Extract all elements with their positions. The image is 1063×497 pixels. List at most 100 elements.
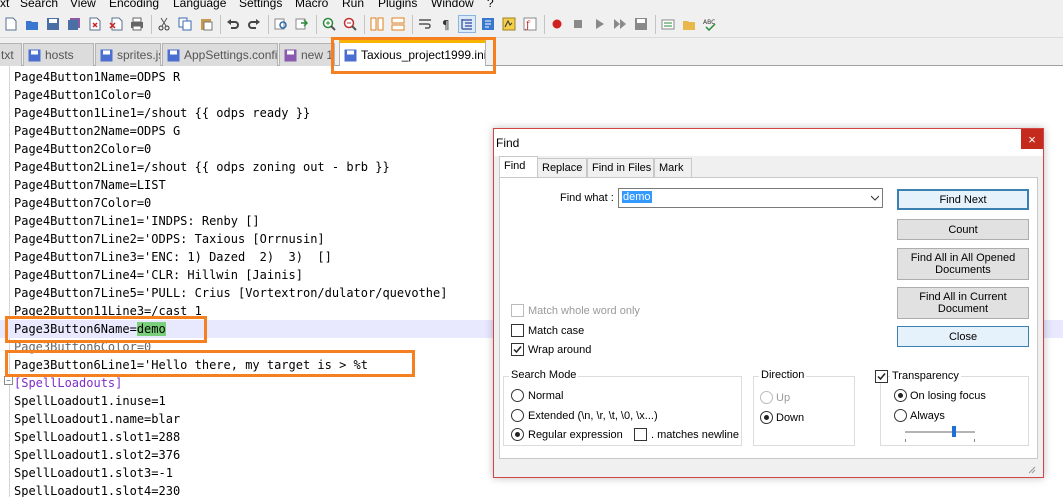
tab-mark[interactable]: Mark — [654, 158, 692, 178]
direction-up-radio[interactable] — [760, 391, 773, 404]
search-mode-extended-radio[interactable] — [511, 409, 524, 422]
match-whole-word-checkbox[interactable] — [511, 304, 524, 317]
save-macro-icon[interactable] — [632, 15, 650, 33]
menu-window[interactable]: Window — [431, 0, 474, 10]
tab-replace[interactable]: Replace — [537, 158, 587, 178]
replace-icon[interactable] — [293, 15, 311, 33]
play-macro-icon[interactable] — [590, 15, 608, 33]
menu-bar: xt Search View Encoding Language Setting… — [0, 0, 1063, 11]
code-line[interactable]: SpellLoadout1.slot4=230 — [0, 482, 1063, 497]
zoom-in-icon[interactable] — [320, 15, 338, 33]
tab-label: new 1 — [301, 48, 334, 62]
sync-horizontal-icon[interactable] — [389, 15, 407, 33]
code-line[interactable]: Page4Button1Color=0 — [0, 86, 1063, 104]
annotation-box-name-line — [5, 316, 207, 343]
stop-macro-icon[interactable] — [569, 15, 587, 33]
save-all-icon[interactable] — [65, 15, 83, 33]
indent-guide-icon[interactable] — [458, 15, 476, 33]
compare-icon[interactable] — [659, 15, 677, 33]
chevron-down-icon[interactable] — [871, 194, 879, 202]
transparency-slider-thumb[interactable] — [952, 426, 956, 437]
code-line[interactable]: Page4Button1Line1=/shout {{ odps ready }… — [0, 104, 1063, 122]
close-button[interactable]: Close — [897, 326, 1029, 347]
copy-icon[interactable] — [176, 15, 194, 33]
word-wrap-icon[interactable] — [416, 15, 434, 33]
close-file-icon[interactable] — [86, 15, 104, 33]
dialog-titlebar[interactable]: Find × — [494, 129, 1043, 156]
menu-help[interactable]: ? — [487, 0, 494, 10]
matches-newline-label: . matches newline — [651, 429, 740, 441]
find-all-current-button[interactable]: Find All in Current Document — [897, 287, 1029, 319]
menu-language[interactable]: Language — [173, 0, 226, 10]
document-map-icon[interactable] — [500, 15, 518, 33]
function-list-icon[interactable]: ƒ — [521, 15, 539, 33]
find-next-button[interactable]: Find Next — [897, 189, 1029, 210]
save-icon[interactable] — [44, 15, 62, 33]
menu-plugins[interactable]: Plugins — [378, 0, 417, 10]
show-all-characters-icon[interactable]: ¶ — [437, 15, 455, 33]
always-radio[interactable] — [894, 409, 907, 422]
find-all-opened-button[interactable]: Find All in All Opened Documents — [897, 248, 1029, 280]
record-macro-icon[interactable] — [548, 15, 566, 33]
redo-icon[interactable] — [245, 15, 263, 33]
undo-icon[interactable] — [224, 15, 242, 33]
print-icon[interactable] — [128, 15, 146, 33]
menu-text[interactable]: xt — [0, 0, 9, 10]
tab-new-1[interactable]: new 1 — [279, 43, 335, 66]
resize-grip-icon[interactable] — [1026, 464, 1036, 474]
tab-sprites-json[interactable]: sprites.json — [95, 43, 161, 66]
new-file-icon[interactable] — [2, 15, 20, 33]
search-mode-normal-radio[interactable] — [511, 389, 524, 402]
menu-macro[interactable]: Macro — [295, 0, 328, 10]
spell-check-icon[interactable]: ABC — [701, 15, 719, 33]
tab-txt[interactable]: txt — [0, 43, 22, 66]
menu-encoding[interactable]: Encoding — [109, 0, 159, 10]
toolbar: ¶ ƒ ABC — [0, 11, 1063, 38]
folder-tree-icon[interactable] — [680, 15, 698, 33]
menu-run[interactable]: Run — [342, 0, 364, 10]
menu-settings[interactable]: Settings — [239, 0, 282, 10]
tab-hosts[interactable]: hosts — [23, 43, 94, 66]
code-line[interactable]: Page4Button1Name=ODPS R — [0, 68, 1063, 86]
menu-view[interactable]: View — [70, 0, 96, 10]
button-line: Find All in All Opened — [910, 252, 1016, 264]
button-line: Find All in Current — [919, 291, 1007, 303]
tab-find[interactable]: Find — [499, 156, 538, 178]
search-mode-regex-radio[interactable] — [511, 428, 524, 441]
cut-icon[interactable] — [155, 15, 173, 33]
annotation-box-tab — [331, 37, 496, 74]
tab-find-in-files[interactable]: Find in Files — [587, 158, 654, 178]
open-file-icon[interactable] — [23, 15, 41, 33]
button-line: Documents — [935, 264, 991, 276]
paste-icon[interactable] — [197, 15, 215, 33]
tab-appsettings-config[interactable]: AppSettings.config — [162, 43, 278, 66]
transparency-checkbox[interactable] — [875, 370, 888, 383]
close-icon[interactable]: × — [1021, 129, 1043, 149]
checkmark-icon — [877, 373, 886, 381]
menu-search[interactable]: Search — [20, 0, 58, 10]
saved-file-icon — [100, 49, 113, 61]
find-what-input[interactable]: demo — [618, 188, 883, 208]
sync-vertical-icon[interactable] — [368, 15, 386, 33]
match-whole-word-label: Match whole word only — [528, 305, 640, 317]
matches-newline-checkbox[interactable] — [634, 428, 647, 441]
match-case-label: Match case — [528, 325, 585, 337]
slider-tick — [905, 439, 906, 442]
direction-down-label: Down — [776, 412, 805, 424]
direction-down-radio[interactable] — [760, 411, 773, 424]
close-all-icon[interactable] — [107, 15, 125, 33]
transparency-slider[interactable] — [905, 431, 975, 433]
search-mode-extended-label: Extended (\n, \r, \t, \0, \x...) — [528, 410, 658, 422]
wrap-around-checkbox[interactable] — [511, 343, 524, 356]
search-mode-title: Search Mode — [509, 369, 579, 381]
match-case-checkbox[interactable] — [511, 324, 524, 337]
zoom-out-icon[interactable] — [341, 15, 359, 33]
count-button[interactable]: Count — [897, 219, 1029, 240]
user-language-icon[interactable] — [479, 15, 497, 33]
saved-file-icon — [28, 49, 41, 61]
find-icon[interactable] — [272, 15, 290, 33]
play-multiple-icon[interactable] — [611, 15, 629, 33]
on-losing-focus-radio[interactable] — [894, 389, 907, 402]
find-dialog: Find × Find Replace Find in Files Mark F… — [493, 128, 1044, 478]
tab-label: sprites.json — [117, 48, 160, 62]
